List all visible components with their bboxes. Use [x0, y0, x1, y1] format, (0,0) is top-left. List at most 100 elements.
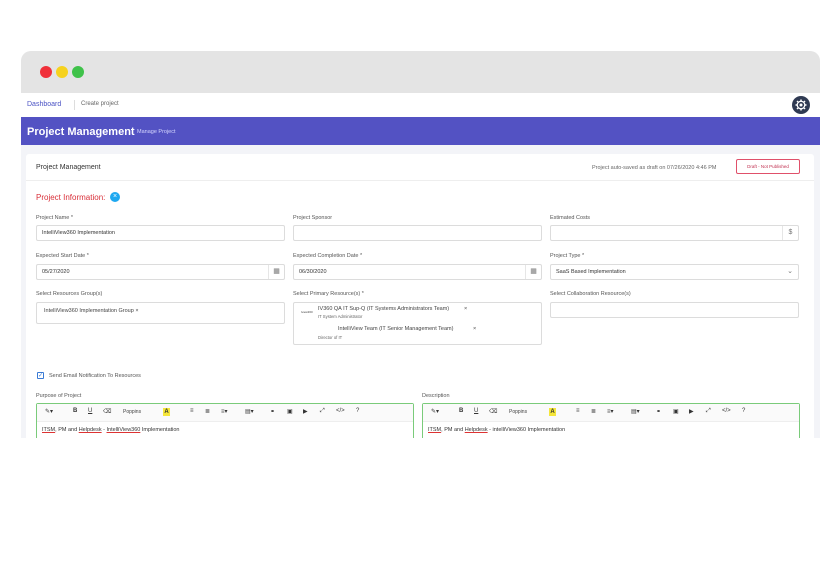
bold-button[interactable]: B — [459, 408, 463, 414]
image-icon[interactable]: ▣ — [673, 408, 679, 415]
table-icon[interactable]: ▤▾ — [631, 408, 640, 415]
link-icon[interactable]: ⚭ — [270, 408, 275, 415]
resource-role: IT System Administrator — [318, 314, 363, 319]
table-icon[interactable]: ▤▾ — [245, 408, 254, 415]
text-fragment: - intelliView360 Implementation — [487, 427, 566, 433]
align-icon[interactable]: ≡▾ — [607, 408, 614, 415]
help-button[interactable]: ? — [742, 408, 745, 414]
text-fragment: , PM and — [55, 427, 79, 433]
highlight-button[interactable]: A — [163, 408, 170, 416]
remove-chip-icon[interactable]: × — [473, 326, 476, 332]
project-sponsor-input[interactable] — [293, 225, 542, 241]
page-title: Project Management — [27, 126, 135, 138]
numbered-list-icon[interactable]: ≣ — [591, 408, 596, 415]
breadcrumb-dashboard[interactable]: Dashboard — [27, 101, 61, 108]
eraser-icon[interactable]: ⌫ — [103, 408, 111, 415]
highlight-button[interactable]: A — [549, 408, 556, 416]
video-icon[interactable]: ▶ — [303, 408, 308, 415]
resource-name: IntelliView Team (IT Senior Management T… — [338, 326, 454, 332]
project-type-label: Project Type * — [550, 253, 585, 259]
notify-checkbox[interactable]: ✓ — [37, 372, 44, 379]
resource-chip: iview360 IV360 QA IT Sup-Q (IT Systems A… — [298, 306, 468, 322]
font-select[interactable]: Poppins — [123, 409, 141, 415]
notify-label: Send Email Notification To Resources — [49, 373, 141, 379]
font-select[interactable]: Poppins — [509, 409, 527, 415]
calendar-icon[interactable]: ▦ — [525, 265, 541, 279]
estimated-costs-input[interactable]: $ — [550, 225, 799, 241]
section-title: Project Information: — [36, 193, 106, 202]
collaboration-resources-label: Select Collaboration Resource(s) — [550, 291, 631, 297]
fullscreen-icon[interactable]: ⤢ — [706, 408, 711, 415]
resource-name: IV360 QA IT Sup-Q (IT Systems Administra… — [318, 306, 450, 312]
numbered-list-icon[interactable]: ≣ — [205, 408, 210, 415]
close-icon[interactable]: × — [110, 192, 120, 202]
purpose-editor[interactable]: ✎▾ B U ⌫ Poppins A ≡ ≣ ≡▾ ▤▾ ⚭ ▣ ▶ ⤢ </>… — [36, 403, 414, 438]
eraser-icon[interactable]: ⌫ — [489, 408, 497, 415]
purpose-label: Purpose of Project — [36, 393, 82, 399]
start-date-label: Expected Start Date * — [36, 253, 89, 259]
fullscreen-icon[interactable]: ⤢ — [320, 408, 325, 415]
chevron-down-icon: ⌄ — [787, 268, 793, 275]
primary-resources-select[interactable]: iview360 IV360 QA IT Sup-Q (IT Systems A… — [293, 302, 542, 345]
calendar-icon[interactable]: ▦ — [268, 265, 284, 279]
minimize-window-button[interactable] — [56, 66, 68, 78]
breadcrumb-separator — [74, 100, 75, 110]
link-icon[interactable]: ⚭ — [656, 408, 661, 415]
bullet-list-icon[interactable]: ≡ — [576, 408, 580, 414]
app-window: Dashboard Create project Project Managem… — [21, 51, 820, 438]
breadcrumb-current: Create project — [81, 101, 119, 107]
editor-toolbar: ✎▾ B U ⌫ Poppins A ≡ ≣ ≡▾ ▤▾ ⚭ ▣ ▶ ⤢ </>… — [37, 404, 413, 422]
text-fragment: ITSM — [428, 427, 442, 433]
settings-button[interactable] — [792, 96, 810, 114]
description-label: Description — [422, 393, 450, 399]
primary-resources-label: Select Primary Resource(s) * — [293, 291, 364, 297]
code-view-button[interactable]: </> — [722, 408, 731, 414]
gear-icon — [795, 99, 807, 111]
card-header: Project Management Project auto-saved as… — [26, 154, 814, 181]
align-icon[interactable]: ≡▾ — [221, 408, 228, 415]
completion-date-input[interactable]: 06/30/2020 ▦ — [293, 264, 542, 280]
code-view-button[interactable]: </> — [336, 408, 345, 414]
project-form-card: Project Management Project auto-saved as… — [26, 154, 814, 438]
bold-button[interactable]: B — [73, 408, 77, 414]
help-button[interactable]: ? — [356, 408, 359, 414]
estimated-costs-label: Estimated Costs — [550, 215, 591, 221]
top-nav: Dashboard Create project — [21, 93, 820, 117]
video-icon[interactable]: ▶ — [689, 408, 694, 415]
autosave-status: Project auto-saved as draft on 07/26/202… — [592, 165, 717, 171]
brush-icon[interactable]: ✎▾ — [45, 408, 53, 415]
currency-icon: $ — [782, 226, 798, 240]
draft-status-badge[interactable]: Draft - Not Published — [736, 159, 800, 174]
project-type-select[interactable]: SaaS Based Implementation ⌄ — [550, 264, 799, 280]
resource-group-chip-label: IntelliView360 Implementation Group — [44, 308, 134, 314]
page-header-banner: Project Management Manage Project — [21, 117, 820, 145]
bullet-list-icon[interactable]: ≡ — [190, 408, 194, 414]
resource-role: Director of IT — [318, 335, 343, 340]
underline-button[interactable]: U — [88, 408, 92, 414]
close-window-button[interactable] — [40, 66, 52, 78]
remove-chip-icon[interactable]: × — [464, 306, 467, 312]
start-date-value: 05/27/2020 — [42, 269, 70, 275]
start-date-input[interactable]: 05/27/2020 ▦ — [36, 264, 285, 280]
resources-group-select[interactable]: IntelliView360 Implementation Group × — [36, 302, 285, 324]
project-type-value: SaaS Based Implementation — [556, 269, 626, 275]
maximize-window-button[interactable] — [72, 66, 84, 78]
project-sponsor-label: Project Sponsor — [293, 215, 333, 221]
page-subtitle: Manage Project — [137, 129, 176, 135]
image-icon[interactable]: ▣ — [287, 408, 293, 415]
text-fragment: Implementation — [140, 427, 180, 433]
project-name-input[interactable]: IntelliView360 Implementation — [36, 225, 285, 241]
description-text: ITSM, PM and Helpdesk - intelliView360 I… — [428, 427, 565, 433]
project-name-label: Project Name * — [36, 215, 73, 221]
text-fragment: Helpdesk — [464, 427, 488, 433]
editor-toolbar: ✎▾ B U ⌫ Poppins A ≡ ≣ ≡▾ ▤▾ ⚭ ▣ ▶ ⤢ </>… — [423, 404, 799, 422]
description-editor[interactable]: ✎▾ B U ⌫ Poppins A ≡ ≣ ≡▾ ▤▾ ⚭ ▣ ▶ ⤢ </>… — [422, 403, 800, 438]
window-titlebar — [21, 51, 820, 93]
brush-icon[interactable]: ✎▾ — [431, 408, 439, 415]
underline-button[interactable]: U — [474, 408, 478, 414]
resource-group-chip: IntelliView360 Implementation Group × — [41, 307, 142, 315]
collaboration-resources-select[interactable] — [550, 302, 799, 318]
resources-group-label: Select Resources Group(s) — [36, 291, 103, 297]
remove-chip-icon[interactable]: × — [135, 308, 138, 314]
completion-date-label: Expected Completion Date * — [293, 253, 363, 259]
